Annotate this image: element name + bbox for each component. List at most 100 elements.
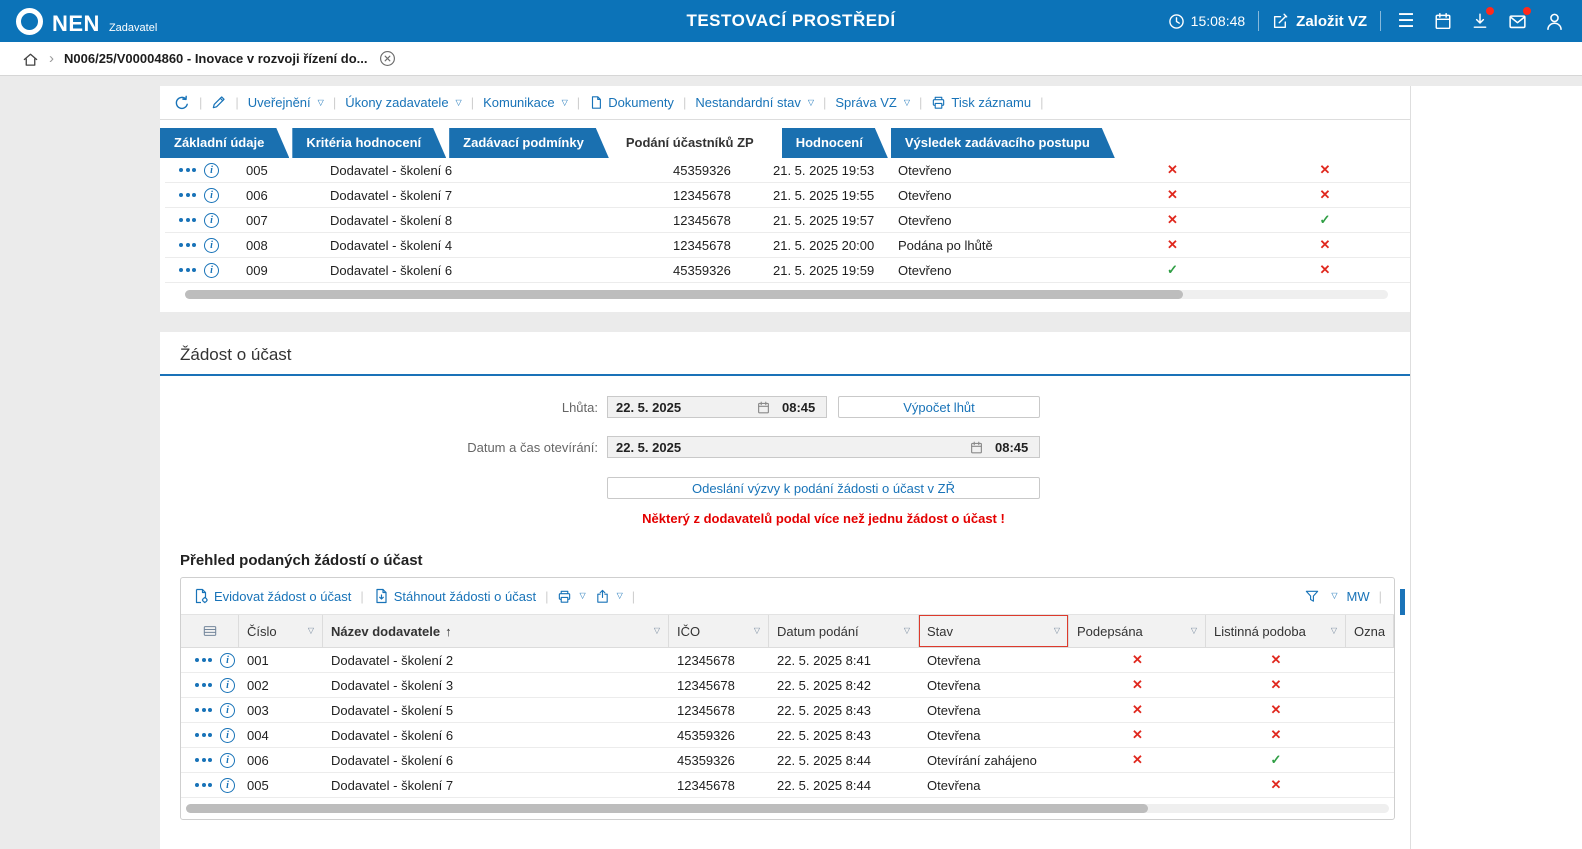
row-info-icon[interactable]	[204, 187, 219, 203]
row-menu-icon[interactable]	[195, 783, 212, 787]
filter-dropdown-icon[interactable]: ▽	[1185, 627, 1197, 635]
table-row[interactable]: 002 Dodavatel - školení 3 12345678 22. 5…	[181, 673, 1394, 698]
table-row[interactable]: 006 Dodavatel - školení 7 12345678 21. 5…	[165, 183, 1410, 208]
home-icon[interactable]	[22, 51, 39, 67]
column-header-oznaceni[interactable]: Označe	[1346, 615, 1394, 647]
divider	[683, 95, 686, 110]
row-menu-icon[interactable]	[195, 733, 212, 737]
column-header-datum-podani[interactable]: Datum podání ▽	[769, 615, 919, 647]
deadline-time-value[interactable]: 08:45	[774, 400, 826, 415]
column-settings-header[interactable]	[181, 615, 239, 647]
download-requests-button[interactable]: Stáhnout žádosti o účast	[373, 588, 536, 604]
menu-sprava-vz[interactable]: Správa VZ ▽	[835, 95, 910, 110]
calendar-icon[interactable]	[1431, 9, 1455, 33]
row-info-icon[interactable]	[204, 237, 219, 253]
register-request-button[interactable]: Evidovat žádost o účast	[193, 588, 351, 604]
row-info-icon[interactable]	[220, 752, 235, 768]
column-header-ico[interactable]: IČO ▽	[669, 615, 769, 647]
dropdown-icon[interactable]: ▽	[1331, 592, 1337, 600]
table-row[interactable]: 009 Dodavatel - školení 6 45359326 21. 5…	[165, 258, 1410, 283]
close-record-icon[interactable]	[379, 50, 396, 67]
tab-item[interactable]: Základní údaje	[160, 128, 289, 158]
column-header-cislo[interactable]: Číslo ▽	[239, 615, 323, 647]
horizontal-scrollbar[interactable]	[185, 290, 1388, 299]
filter-icon[interactable]	[1304, 589, 1320, 604]
row-info-icon[interactable]	[220, 652, 235, 668]
calendar-picker-icon[interactable]	[970, 441, 983, 454]
row-info-icon[interactable]	[220, 677, 235, 693]
calculate-deadlines-button[interactable]: Výpočet lhůt	[838, 396, 1040, 418]
row-menu-icon[interactable]	[179, 243, 196, 247]
downloads-icon[interactable]	[1468, 7, 1494, 33]
tab-item[interactable]: Kritéria hodnocení	[292, 128, 446, 158]
table-row[interactable]: 004 Dodavatel - školení 6 45359326 22. 5…	[181, 723, 1394, 748]
menu-komunikace[interactable]: Komunikace ▽	[483, 95, 568, 110]
row-menu-icon[interactable]	[179, 218, 196, 222]
table-row[interactable]: 008 Dodavatel - školení 4 12345678 21. 5…	[165, 233, 1410, 258]
menu-nestandardni-stav[interactable]: Nestandardní stav ▽	[695, 95, 814, 110]
refresh-icon[interactable]	[174, 95, 190, 111]
vertical-scrollbar-thumb[interactable]	[1400, 589, 1405, 615]
signed-mark: ✕	[1132, 652, 1143, 667]
scrollbar-thumb[interactable]	[185, 290, 1184, 299]
row-menu-icon[interactable]	[179, 168, 196, 172]
row-info-icon[interactable]	[204, 212, 219, 228]
menu-tisk-zaznamu[interactable]: Tisk záznamu	[931, 95, 1031, 110]
tab-item[interactable]: Výsledek zadávacího postupu	[891, 128, 1115, 158]
deadline-date-value[interactable]: 22. 5. 2025	[608, 400, 753, 415]
table-row[interactable]: 006 Dodavatel - školení 6 45359326 22. 5…	[181, 748, 1394, 773]
calendar-picker-icon[interactable]	[757, 401, 770, 414]
row-info-icon[interactable]	[204, 262, 219, 278]
view-selector[interactable]: MW	[1347, 589, 1370, 604]
horizontal-scrollbar[interactable]	[186, 804, 1389, 813]
opening-datetime-input[interactable]: 22. 5. 2025 08:45	[607, 436, 1040, 458]
filter-dropdown-icon[interactable]: ▽	[898, 627, 910, 635]
filter-dropdown-icon[interactable]: ▽	[302, 627, 314, 635]
row-info-icon[interactable]	[220, 727, 235, 743]
row-menu-icon[interactable]	[179, 193, 196, 197]
cell-date: 22. 5. 2025 8:43	[777, 702, 871, 718]
row-menu-icon[interactable]	[195, 658, 212, 662]
filter-dropdown-icon[interactable]: ▽	[1048, 627, 1060, 635]
row-info-icon[interactable]	[220, 702, 235, 718]
table-row[interactable]: 005 Dodavatel - školení 6 45359326 21. 5…	[165, 158, 1410, 183]
deadline-datetime-input[interactable]: 22. 5. 2025 08:45	[607, 396, 827, 418]
nen-logo[interactable]: NEN Zadavatel	[16, 7, 157, 35]
scrollbar-thumb[interactable]	[186, 804, 1149, 813]
user-profile-icon[interactable]	[1542, 9, 1566, 33]
tab-item[interactable]: Podání účastníků ZP	[612, 128, 779, 158]
create-vz-button[interactable]: Založit VZ	[1272, 13, 1367, 30]
column-header-podepsana[interactable]: Podepsána ▽	[1069, 615, 1206, 647]
row-menu-icon[interactable]	[195, 683, 212, 687]
row-menu-icon[interactable]	[179, 268, 196, 272]
column-header-listinna-podoba[interactable]: Listinná podoba ▽	[1206, 615, 1346, 647]
breadcrumb-record-item[interactable]: N006/25/V00004860 - Inovace v rozvoji ří…	[64, 51, 367, 66]
filter-dropdown-icon[interactable]: ▽	[648, 627, 660, 635]
column-header-stav[interactable]: Stav ▽	[919, 615, 1069, 647]
tab-item[interactable]: Zadávací podmínky	[449, 128, 609, 158]
opening-date-value[interactable]: 22. 5. 2025	[608, 440, 966, 455]
tab-item[interactable]: Hodnocení	[782, 128, 888, 158]
table-row[interactable]: 005 Dodavatel - školení 7 12345678 22. 5…	[181, 773, 1394, 798]
send-invitation-button[interactable]: Odeslání výzvy k podání žádosti o účast …	[607, 477, 1040, 499]
opening-time-value[interactable]: 08:45	[987, 440, 1039, 455]
table-row[interactable]: 003 Dodavatel - školení 5 12345678 22. 5…	[181, 698, 1394, 723]
filter-dropdown-icon[interactable]: ▽	[1325, 627, 1337, 635]
messages-icon[interactable]	[1505, 7, 1531, 33]
row-menu-icon[interactable]	[195, 708, 212, 712]
menu-icon[interactable]: ☰	[1394, 9, 1418, 33]
row-menu-icon[interactable]	[195, 758, 212, 762]
edit-icon[interactable]	[211, 95, 226, 110]
print-menu-button[interactable]: ▽	[557, 589, 586, 604]
menu-dokumenty[interactable]: Dokumenty	[589, 95, 674, 110]
table-row[interactable]: 001 Dodavatel - školení 2 12345678 22. 5…	[181, 648, 1394, 673]
sort-asc-icon[interactable]: ↑	[445, 624, 452, 639]
row-info-icon[interactable]	[220, 777, 235, 793]
row-info-icon[interactable]	[204, 162, 219, 178]
menu-ukony-zadavatele[interactable]: Úkony zadavatele ▽	[345, 95, 462, 110]
table-row[interactable]: 007 Dodavatel - školení 8 12345678 21. 5…	[165, 208, 1410, 233]
column-header-nazev-dodavatele[interactable]: Název dodavatele ↑ ▽	[323, 615, 669, 647]
filter-dropdown-icon[interactable]: ▽	[748, 627, 760, 635]
export-menu-button[interactable]: ▽	[595, 589, 623, 604]
menu-uverejneni[interactable]: Uveřejnění ▽	[248, 95, 324, 110]
